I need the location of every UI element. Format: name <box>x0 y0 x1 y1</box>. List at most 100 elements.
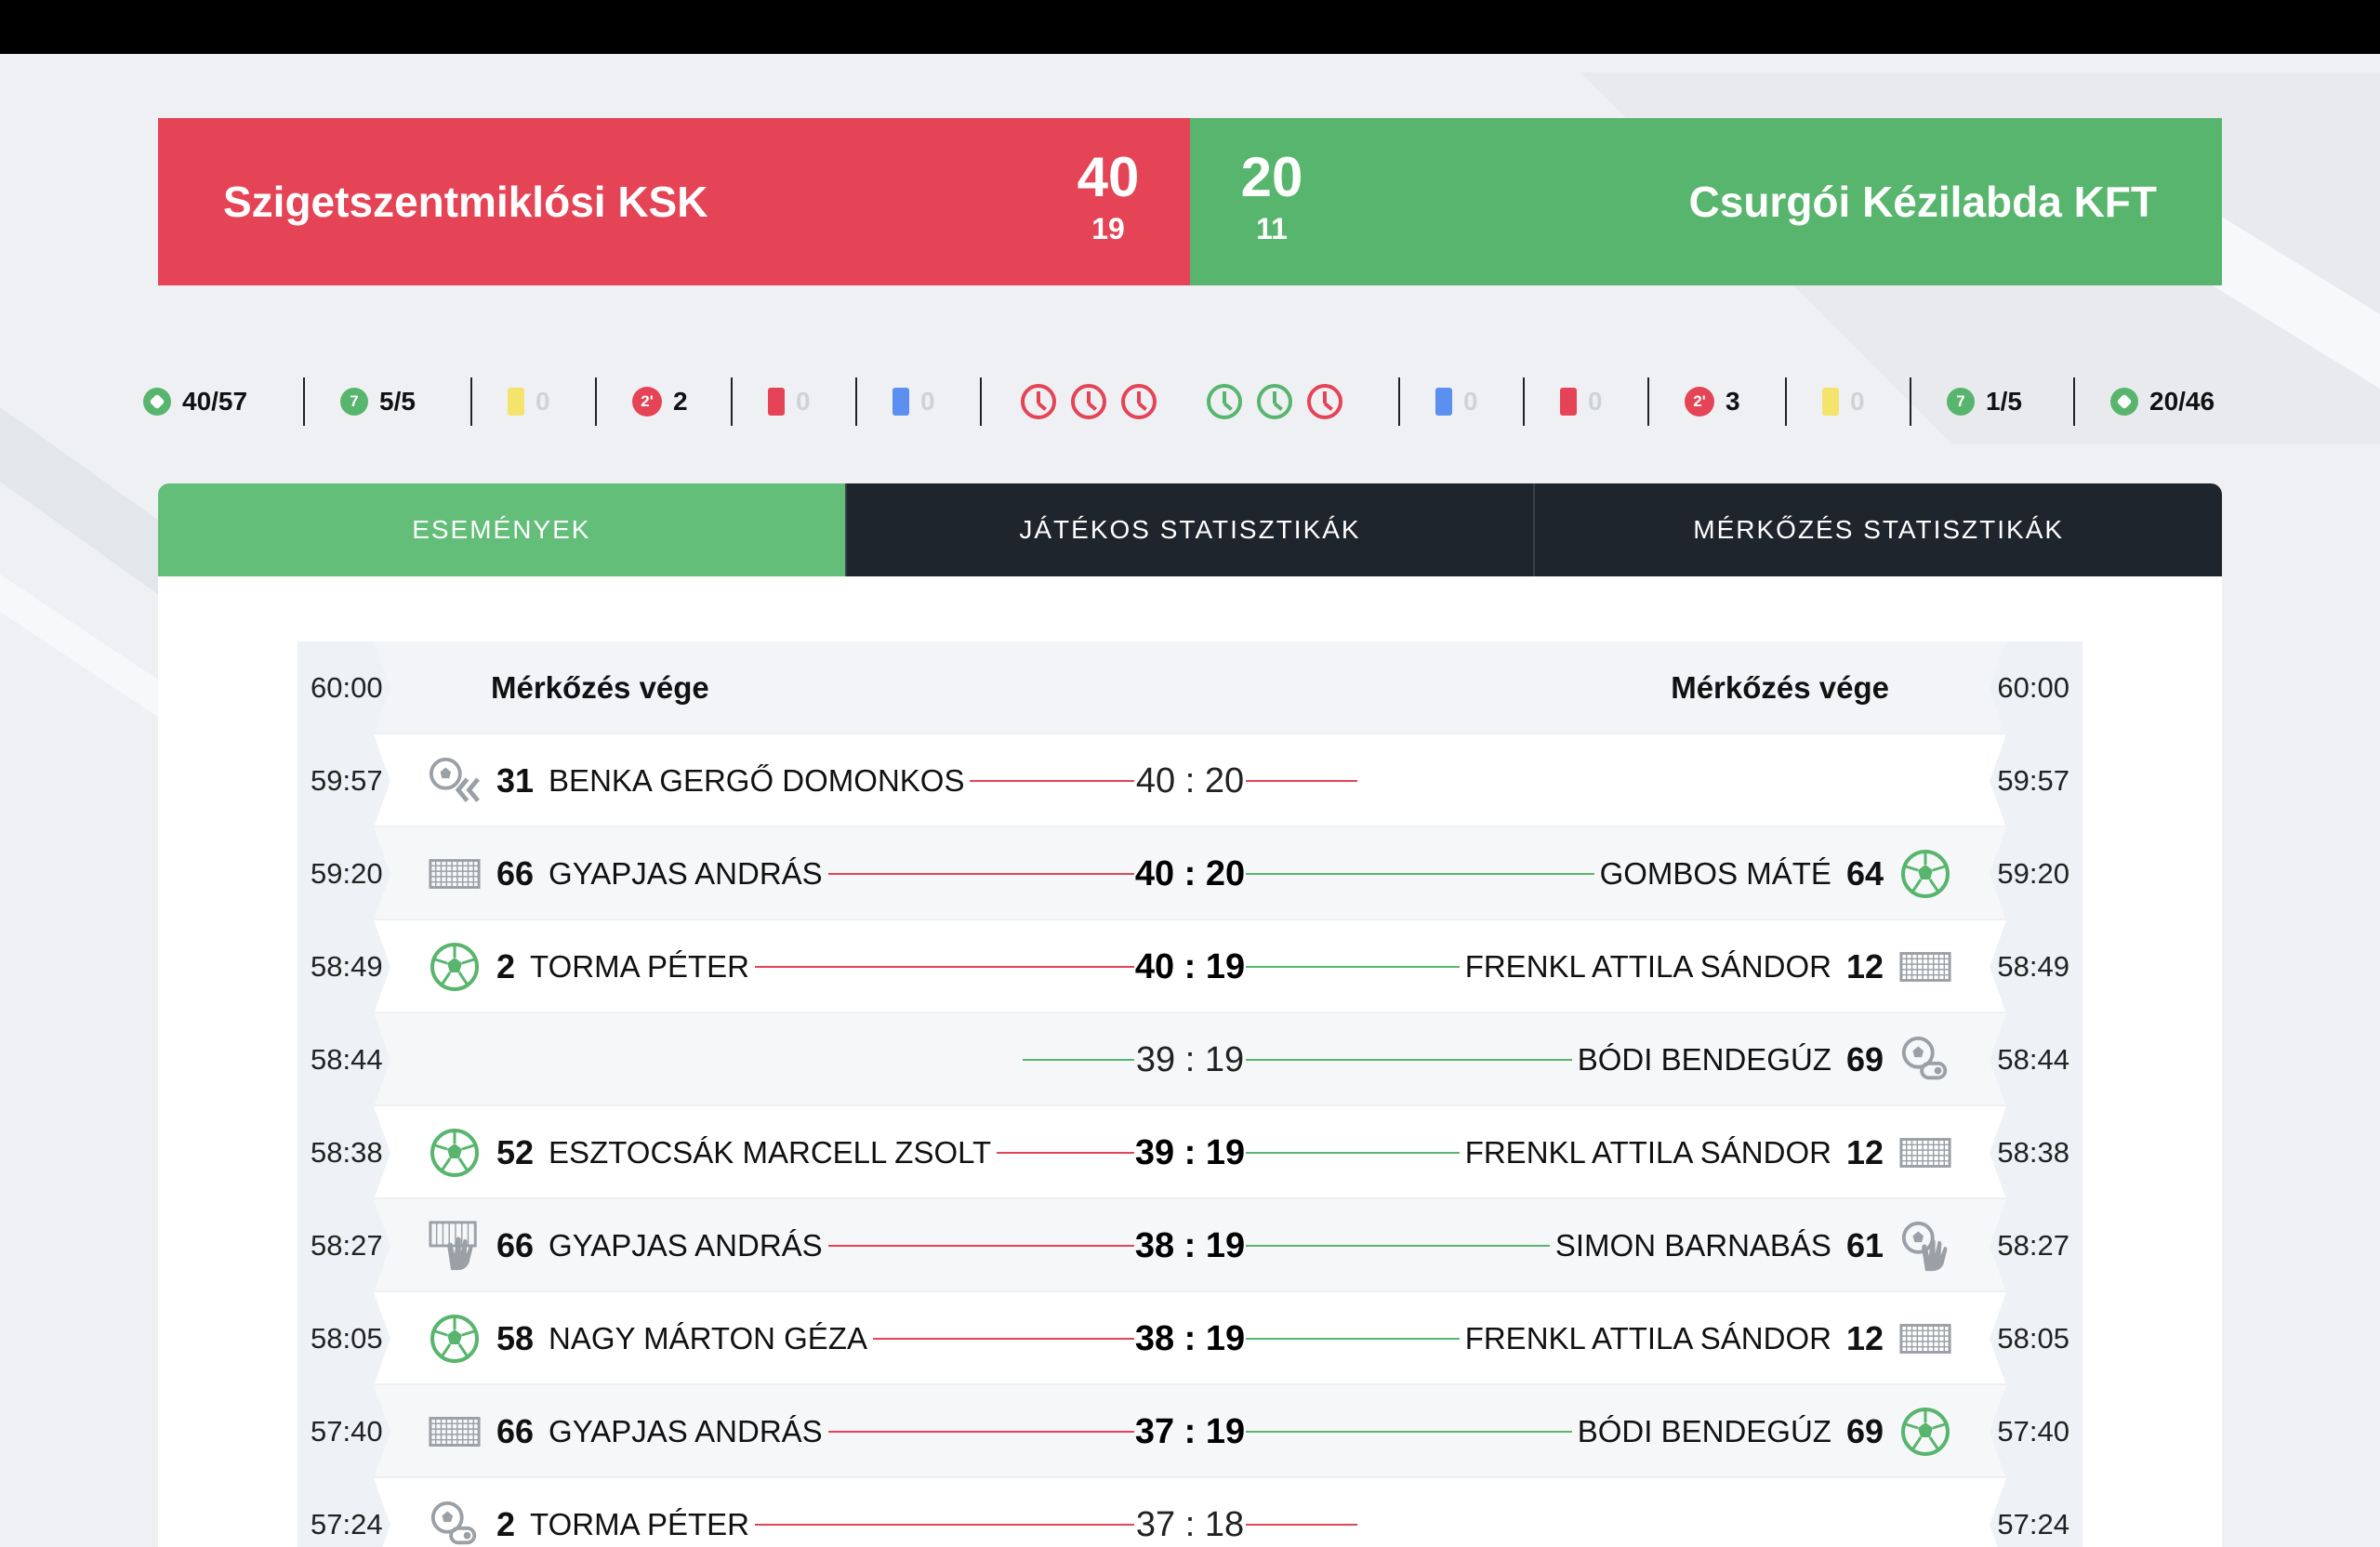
event-time-right: 57:40 <box>1990 1385 2082 1478</box>
event-time-right: 59:57 <box>1990 734 2082 827</box>
event-connector-line <box>1246 1338 1460 1340</box>
event-connector-line <box>997 1152 1134 1154</box>
ball-icon <box>2110 388 2138 416</box>
home-twomin-value: 2 <box>673 387 688 416</box>
away-team-panel: 20 11 Csurgói Kézilabda KFT <box>1190 118 2222 285</box>
player-number: 69 <box>1845 1040 1884 1078</box>
event-time-right: 59:20 <box>1990 827 2082 920</box>
player-name: Esztocsák Marcell Zsolt <box>549 1135 992 1170</box>
home-sevens-stat: 7 5/5 <box>340 372 416 431</box>
event-time-right: 58:27 <box>1990 1199 2082 1292</box>
home-event[interactable]: 66 Gyapjas András <box>428 1385 823 1478</box>
home-event[interactable]: 2 Torma Péter <box>428 920 749 1013</box>
away-twomin-value: 3 <box>1726 387 1740 416</box>
event-connector-line <box>1246 1152 1460 1154</box>
home-team-panel: Szigetszentmiklósi KSK 40 19 <box>158 118 1190 285</box>
player-name: Torma Péter <box>530 1507 749 1541</box>
away-event[interactable]: Frenkl Attila Sándor 12 <box>1465 1106 1952 1199</box>
home-yellow-value: 0 <box>536 387 550 416</box>
home-event[interactable]: 66 Gyapjas András <box>428 1199 823 1292</box>
event-time-left: 60:00 <box>298 641 390 734</box>
player-name: Frenkl Attila Sándor <box>1464 1321 1831 1355</box>
timeout-clock-icon <box>1307 384 1342 419</box>
home-event[interactable]: 58 Nagy Márton Géza <box>428 1292 867 1385</box>
player-name: Bódi Bendegúz <box>1577 1042 1831 1077</box>
goal-ball-icon <box>428 1312 482 1366</box>
away-score-final: 20 <box>1240 146 1303 208</box>
player-name: Frenkl Attila Sándor <box>1464 1135 1831 1170</box>
player-name: Bódi Bendegúz <box>1577 1414 1831 1448</box>
red-card-icon <box>768 388 785 416</box>
event-connector-line <box>872 1338 1134 1340</box>
tab-player-stats[interactable]: JÁTÉKOS STATISZTIKÁK <box>844 483 1534 576</box>
scoreboard: Szigetszentmiklósi KSK 40 19 20 11 Csurg… <box>158 118 2222 285</box>
goal-net-icon <box>1898 1126 1952 1180</box>
event-connector-line <box>754 1524 1134 1526</box>
home-event[interactable]: 52 Esztocsák Marcell Zsolt <box>428 1106 991 1199</box>
player-number: 12 <box>1845 1133 1884 1171</box>
player-number: 69 <box>1845 1412 1884 1450</box>
event-connector-line <box>1246 1059 1572 1061</box>
red-card-icon <box>1560 388 1577 416</box>
away-event[interactable]: Gombos Máté 64 <box>1600 827 1952 920</box>
event-connector-line <box>1246 1524 1357 1526</box>
seven-meter-icon: 7 <box>1947 388 1975 416</box>
player-number: 12 <box>1845 1319 1884 1357</box>
player-name: Gyapjas András <box>549 1414 823 1448</box>
away-sevens-stat: 7 1/5 <box>1947 372 2022 431</box>
away-team-name[interactable]: Csurgói Kézilabda KFT <box>1689 118 2157 285</box>
two-minute-icon: 2' <box>1685 387 1714 416</box>
event-score: 40 : 19 <box>1134 947 1246 986</box>
match-end-row: 60:00 Mérkőzés vége Mérkőzés vége 60:00 <box>298 641 2082 734</box>
event-connector-line <box>1246 780 1357 782</box>
event-connector-line <box>754 966 1134 968</box>
home-event[interactable]: 2 Torma Péter <box>428 1478 749 1547</box>
home-yellow-stat: 0 <box>508 372 550 431</box>
event-time-left: 58:49 <box>298 920 390 1013</box>
goal-ball-icon <box>428 940 482 994</box>
event-connector-line <box>1246 1431 1572 1433</box>
ball-icon <box>143 388 171 416</box>
home-event[interactable]: 31 Benka Gergő Domonkos <box>428 734 964 827</box>
event-score: 39 : 19 <box>1134 1133 1246 1172</box>
tab-match-stats[interactable]: MÉRKŐZÉS STATISZTIKÁK <box>1533 483 2222 576</box>
home-team-name[interactable]: Szigetszentmiklósi KSK <box>223 118 707 285</box>
player-number: 2 <box>496 1505 516 1543</box>
event-score: 37 : 19 <box>1134 1412 1246 1451</box>
event-score: 40 : 20 <box>1134 854 1246 893</box>
goal-ball-icon <box>1898 1405 1952 1459</box>
event-time-right: 57:24 <box>1990 1478 2082 1547</box>
player-name: Torma Péter <box>530 949 749 984</box>
timeout-clock-icon <box>1071 384 1106 419</box>
tab-events[interactable]: ESEMÉNYEK <box>158 483 845 576</box>
away-yellow-value: 0 <box>1850 387 1865 416</box>
away-event[interactable]: Frenkl Attila Sándor 12 <box>1465 1292 1952 1385</box>
tab-bar: ESEMÉNYEK JÁTÉKOS STATISZTIKÁK MÉRKŐZÉS … <box>158 483 2222 576</box>
away-event[interactable]: Frenkl Attila Sándor 12 <box>1465 920 1952 1013</box>
match-end-label-right: Mérkőzés vége <box>1671 670 1889 705</box>
event-time-left: 59:20 <box>298 827 390 920</box>
event-time-right: 58:49 <box>1990 920 2082 1013</box>
away-event[interactable]: Bódi Bendegúz 69 <box>1578 1013 1952 1106</box>
away-event[interactable]: Bódi Bendegúz 69 <box>1578 1385 1952 1478</box>
away-event[interactable]: Simon Barnabás 61 <box>1555 1199 1952 1292</box>
home-event[interactable]: 66 Gyapjas András <box>428 827 823 920</box>
away-score-half: 11 <box>1256 212 1288 245</box>
event-score: 40 : 20 <box>1135 761 1245 800</box>
goal-net-icon <box>428 1405 482 1459</box>
event-time-left: 58:27 <box>298 1199 390 1292</box>
player-number: 66 <box>496 854 535 892</box>
player-number: 12 <box>1845 947 1884 985</box>
home-blue-stat: 0 <box>892 372 935 431</box>
player-number: 52 <box>496 1133 535 1171</box>
blue-card-icon <box>892 388 909 416</box>
blue-card-icon <box>1435 388 1452 416</box>
event-score: 37 : 18 <box>1135 1505 1245 1544</box>
event-connector-line <box>827 1431 1134 1433</box>
goal-ball-icon <box>428 1126 482 1180</box>
event-time-left: 59:57 <box>298 734 390 827</box>
home-red-stat: 0 <box>768 372 811 431</box>
hand-ball-icon <box>1898 1219 1952 1273</box>
event-row: 59:20 66 Gyapjas András Gombos Máté 64 40 : 2… <box>298 827 2082 920</box>
player-name: Gyapjas András <box>549 856 823 891</box>
